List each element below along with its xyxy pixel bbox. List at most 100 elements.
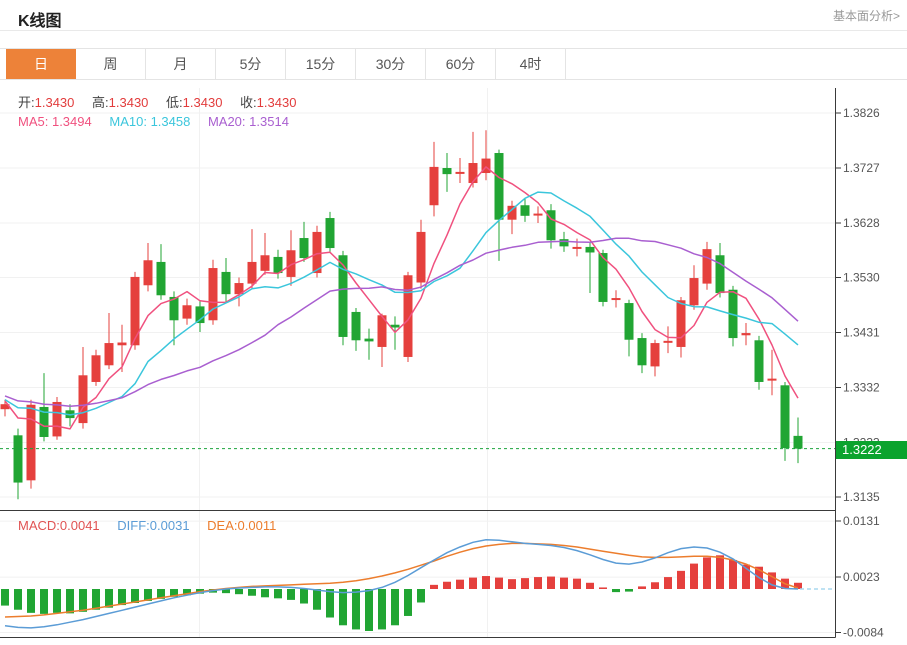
candle-body[interactable] bbox=[625, 303, 634, 340]
macd-bar bbox=[703, 557, 711, 589]
candle-body[interactable] bbox=[755, 340, 764, 382]
candle-body[interactable] bbox=[157, 262, 166, 295]
candle-body[interactable] bbox=[313, 232, 322, 273]
tab-5min[interactable]: 5分 bbox=[216, 49, 286, 79]
candle-body[interactable] bbox=[586, 247, 595, 253]
candle-body[interactable] bbox=[651, 343, 660, 366]
candle-body[interactable] bbox=[391, 325, 400, 328]
macd-bar bbox=[794, 583, 802, 589]
axis-tick-label: 1.3135 bbox=[843, 490, 880, 504]
axis-tick-label: 1.3431 bbox=[843, 326, 880, 340]
candle-body[interactable] bbox=[781, 385, 790, 448]
candle-body[interactable] bbox=[53, 402, 62, 436]
close-value: 1.3430 bbox=[257, 95, 297, 110]
candles-layer bbox=[1, 130, 803, 499]
macd-bar bbox=[690, 564, 698, 589]
candle-body[interactable] bbox=[456, 172, 465, 174]
candle-body[interactable] bbox=[430, 167, 439, 205]
candle-body[interactable] bbox=[768, 379, 777, 381]
candle-body[interactable] bbox=[183, 305, 192, 318]
candle-body[interactable] bbox=[534, 214, 543, 216]
macd-bar bbox=[40, 589, 48, 614]
macd-bar bbox=[339, 589, 347, 625]
open-value: 1.3430 bbox=[35, 95, 75, 110]
candle-body[interactable] bbox=[261, 255, 270, 271]
macd-bar bbox=[534, 577, 542, 589]
candle-body[interactable] bbox=[144, 260, 153, 285]
candle-body[interactable] bbox=[794, 436, 803, 449]
ma10-label: MA10: bbox=[109, 114, 147, 129]
candle-body[interactable] bbox=[703, 249, 712, 283]
candle-body[interactable] bbox=[118, 343, 127, 346]
candle-body[interactable] bbox=[664, 341, 673, 343]
ma10-value: 1.3458 bbox=[151, 114, 191, 129]
candle-body[interactable] bbox=[222, 272, 231, 294]
diff-label: DIFF: bbox=[117, 518, 150, 533]
tab-month[interactable]: 月 bbox=[146, 49, 216, 79]
macd-bar bbox=[66, 589, 74, 613]
candle-body[interactable] bbox=[79, 375, 88, 423]
ma20-label: MA20: bbox=[208, 114, 246, 129]
candle-body[interactable] bbox=[417, 232, 426, 283]
tab-day[interactable]: 日 bbox=[6, 49, 76, 79]
macd-bar bbox=[14, 589, 22, 610]
tab-30min[interactable]: 30分 bbox=[356, 49, 426, 79]
candle-body[interactable] bbox=[612, 298, 621, 300]
axis-tick-label: 1.3826 bbox=[843, 106, 880, 120]
macd-bar bbox=[235, 589, 243, 594]
macd-bar bbox=[508, 579, 516, 589]
candle-body[interactable] bbox=[742, 333, 751, 335]
low-label: 低: bbox=[166, 95, 183, 110]
macd-bar bbox=[547, 577, 555, 589]
candle-body[interactable] bbox=[716, 255, 725, 293]
tab-15min[interactable]: 15分 bbox=[286, 49, 356, 79]
candle-body[interactable] bbox=[495, 153, 504, 220]
candle-body[interactable] bbox=[560, 239, 569, 246]
macd-bar bbox=[118, 589, 126, 605]
macd-legend: MACD:0.0041 DIFF:0.0031 DEA:0.0011 bbox=[18, 518, 290, 533]
candle-body[interactable] bbox=[443, 168, 452, 174]
macd-bar bbox=[313, 589, 321, 610]
candle-body[interactable] bbox=[27, 405, 36, 481]
candle-body[interactable] bbox=[573, 247, 582, 249]
macd-bar bbox=[521, 578, 529, 589]
candle-body[interactable] bbox=[326, 218, 335, 248]
candle-body[interactable] bbox=[352, 312, 361, 340]
macd-bar bbox=[261, 589, 269, 597]
macd-bar bbox=[105, 589, 113, 608]
macd-bar bbox=[469, 578, 477, 589]
axis-tick-label: 1.3727 bbox=[843, 161, 880, 175]
candle-body[interactable] bbox=[248, 262, 257, 284]
macd-bar bbox=[638, 586, 646, 589]
ma5-line bbox=[5, 167, 798, 429]
macd-bar bbox=[378, 589, 386, 629]
macd-bar bbox=[365, 589, 373, 631]
candle-body[interactable] bbox=[690, 278, 699, 305]
candle-body[interactable] bbox=[521, 205, 530, 216]
low-value: 1.3430 bbox=[183, 95, 223, 110]
candle-body[interactable] bbox=[469, 163, 478, 183]
candle-body[interactable] bbox=[131, 277, 140, 345]
candle-body[interactable] bbox=[92, 355, 101, 382]
candle-body[interactable] bbox=[14, 435, 23, 482]
macd-bar bbox=[27, 589, 35, 613]
macd-bar bbox=[625, 589, 633, 592]
ma5-label: MA5: bbox=[18, 114, 48, 129]
candle-body[interactable] bbox=[365, 339, 374, 342]
macd-bar bbox=[456, 580, 464, 589]
ohlc-legend: 开:1.3430 高:1.3430 低:1.3430 收:1.3430 bbox=[18, 92, 310, 111]
macd-bar bbox=[495, 578, 503, 589]
ma-legend: MA5: 1.3494 MA10: 1.3458 MA20: 1.3514 bbox=[18, 114, 303, 129]
candle-body[interactable] bbox=[300, 238, 309, 258]
axis-tick-label: 1.3628 bbox=[843, 216, 880, 230]
tab-60min[interactable]: 60分 bbox=[426, 49, 496, 79]
tab-week[interactable]: 周 bbox=[76, 49, 146, 79]
tab-4hour[interactable]: 4时 bbox=[496, 49, 566, 79]
macd-bar bbox=[92, 589, 100, 610]
candle-body[interactable] bbox=[105, 343, 114, 365]
macd-bar bbox=[417, 589, 425, 602]
candle-body[interactable] bbox=[677, 300, 686, 347]
candle-body[interactable] bbox=[638, 338, 647, 365]
macd-bar bbox=[482, 576, 490, 589]
macd-bar bbox=[430, 585, 438, 589]
